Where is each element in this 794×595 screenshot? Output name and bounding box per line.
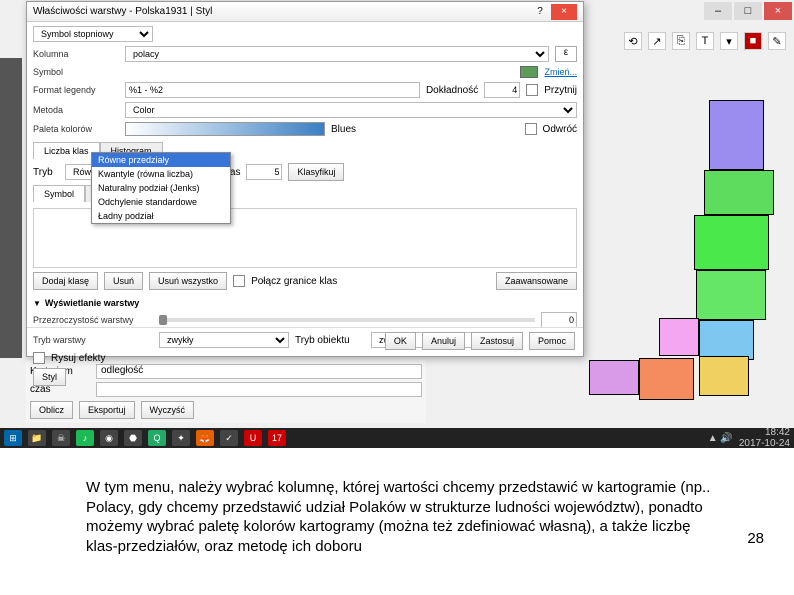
- precision-spinner[interactable]: [484, 82, 520, 98]
- dialog-help-icon[interactable]: ?: [529, 4, 551, 20]
- main-toolbar: ⟲ ↗ ⎘ T ▾ ■ ✎: [624, 32, 786, 50]
- task-qgis[interactable]: Q: [148, 430, 166, 446]
- column-select[interactable]: polacy: [125, 46, 549, 62]
- paint-effects-label: Rysuj efekty: [51, 353, 105, 364]
- delete-button[interactable]: Usuń: [104, 272, 143, 290]
- slide-caption: W tym menu, należy wybrać kolumnę, które…: [86, 478, 726, 556]
- export-button[interactable]: Eksportuj: [79, 401, 135, 419]
- method-label: Metoda: [33, 105, 119, 115]
- taskbar: ⊞ 📁 ☠ ♪ ◉ ⬣ Q ✦ 🦊 ✓ U 17 ▲ 🔊 18:42 2017-…: [0, 428, 794, 448]
- symbol-label: Symbol: [33, 67, 119, 77]
- trim-label: Przytnij: [544, 85, 577, 96]
- dialog-titlebar: Właściwości warstwy - Polska1931 | Styl …: [27, 2, 583, 22]
- symbol-swatch[interactable]: [520, 66, 538, 78]
- legend-format-label: Format legendy: [33, 85, 119, 95]
- advanced-button[interactable]: Zaawansowane: [496, 272, 577, 290]
- ok-button[interactable]: OK: [385, 332, 416, 350]
- add-class-button[interactable]: Dodaj klasę: [33, 272, 98, 290]
- task-chrome[interactable]: ◉: [100, 430, 118, 446]
- dd-item-jenks[interactable]: Naturalny podział (Jenks): [92, 181, 230, 195]
- symbol-type-select[interactable]: Symbol stopniowy: [33, 26, 153, 42]
- clock-date: 2017-10-24: [739, 438, 790, 449]
- invert-label: Odwróć: [543, 124, 577, 135]
- tool-dropdown-icon[interactable]: ▾: [720, 32, 738, 50]
- method-select[interactable]: Color: [125, 102, 577, 118]
- task-app-2[interactable]: ☠: [52, 430, 70, 446]
- mode-dropdown-menu: Równe przedziały Kwantyle (równa liczba)…: [91, 152, 231, 224]
- transparency-label: Przezroczystość warstwy: [33, 315, 153, 325]
- task-app-4[interactable]: ✦: [172, 430, 190, 446]
- invert-checkbox[interactable]: [525, 123, 537, 135]
- dark-sidebar: [0, 58, 22, 358]
- tool-rect-icon[interactable]: ■: [744, 32, 762, 50]
- precision-label: Dokładność: [426, 85, 478, 96]
- clear-button[interactable]: Wyczyść: [141, 401, 194, 419]
- tab-symbol[interactable]: Symbol: [33, 185, 85, 202]
- change-symbol-link[interactable]: Zmień...: [544, 67, 577, 77]
- transparency-slider[interactable]: [159, 318, 535, 322]
- page-number: 28: [747, 530, 764, 547]
- start-icon[interactable]: ⊞: [4, 430, 22, 446]
- classes-spinner[interactable]: [246, 164, 282, 180]
- dialog-close-icon[interactable]: ×: [551, 4, 577, 20]
- task-app-7[interactable]: 17: [268, 430, 286, 446]
- transparency-value[interactable]: [541, 312, 577, 328]
- legend-format-input[interactable]: [125, 82, 420, 98]
- minimize-button[interactable]: –: [704, 2, 732, 20]
- tool-arrow-icon[interactable]: ↗: [648, 32, 666, 50]
- task-firefox[interactable]: 🦊: [196, 430, 214, 446]
- color-ramp-name: Blues: [331, 124, 356, 135]
- merge-checkbox[interactable]: [233, 275, 245, 287]
- maximize-button[interactable]: □: [734, 2, 762, 20]
- cancel-button[interactable]: Anuluj: [422, 332, 465, 350]
- delete-all-button[interactable]: Usuń wszystko: [149, 272, 227, 290]
- tool-pen-icon[interactable]: ✎: [768, 32, 786, 50]
- calculate-button[interactable]: Oblicz: [30, 401, 73, 419]
- clock-time: 18:42: [739, 427, 790, 438]
- tool-copy-icon[interactable]: ⎘: [672, 32, 690, 50]
- close-button[interactable]: ×: [764, 2, 792, 20]
- dd-item-quantile[interactable]: Kwantyle (równa liczba): [92, 167, 230, 181]
- tool-text-icon[interactable]: T: [696, 32, 714, 50]
- column-label: Kolumna: [33, 49, 119, 59]
- apply-button[interactable]: Zastosuj: [471, 332, 523, 350]
- help-button[interactable]: Pomoc: [529, 332, 575, 350]
- tool-undo-icon[interactable]: ⟲: [624, 32, 642, 50]
- task-app-1[interactable]: 📁: [28, 430, 46, 446]
- dd-item-equal[interactable]: Równe przedziały: [92, 153, 230, 167]
- expression-button[interactable]: ε: [555, 46, 577, 62]
- merge-label: Połącz granice klas: [251, 276, 337, 287]
- map-canvas[interactable]: [584, 70, 784, 420]
- dd-item-stddev[interactable]: Odchylenie standardowe: [92, 195, 230, 209]
- color-ramp-select[interactable]: [125, 122, 325, 136]
- render-section-header[interactable]: Wyświetlanie warstwy: [33, 298, 577, 308]
- tab-classes[interactable]: Liczba klas: [33, 142, 100, 159]
- dd-item-pretty[interactable]: Ładny podział: [92, 209, 230, 223]
- task-spotify[interactable]: ♪: [76, 430, 94, 446]
- mode-label: Tryb: [33, 167, 59, 178]
- app-frame: – □ × ⟲ ↗ ⎘ T ▾ ■ ✎ Właściwości warstwy …: [0, 0, 794, 448]
- task-app-3[interactable]: ⬣: [124, 430, 142, 446]
- task-app-5[interactable]: ✓: [220, 430, 238, 446]
- tray-icons[interactable]: ▲ 🔊: [708, 433, 733, 444]
- style-menu-button[interactable]: Styl: [33, 368, 66, 386]
- window-controls: – □ ×: [704, 2, 792, 20]
- classify-button[interactable]: Klasyfikuj: [288, 163, 344, 181]
- color-ramp-label: Paleta kolorów: [33, 124, 119, 134]
- trim-checkbox[interactable]: [526, 84, 538, 96]
- layer-properties-dialog: Właściwości warstwy - Polska1931 | Styl …: [26, 1, 584, 357]
- task-app-6[interactable]: U: [244, 430, 262, 446]
- dialog-title: Właściwości warstwy - Polska1931 | Styl: [33, 6, 529, 17]
